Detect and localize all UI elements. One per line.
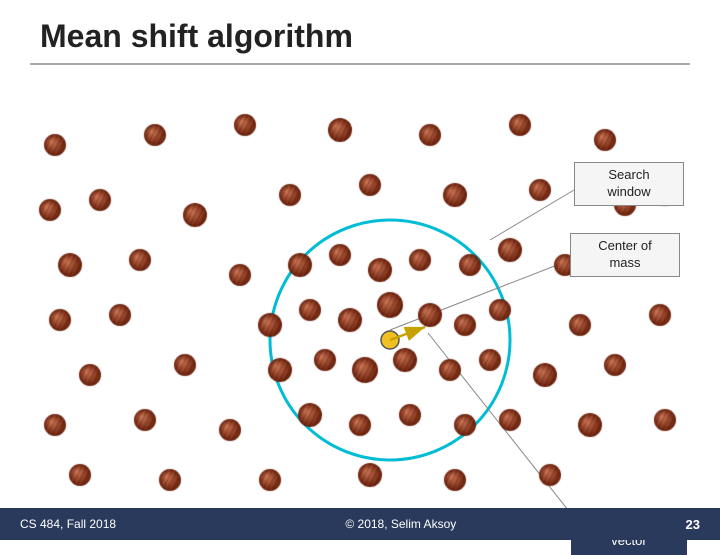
center-of-mass-label: Center of mass xyxy=(570,233,680,277)
search-window-label: Search window xyxy=(574,162,684,206)
footer-page-number: 23 xyxy=(686,517,700,532)
page-title: Mean shift algorithm xyxy=(0,0,720,63)
footer-left: CS 484, Fall 2018 xyxy=(20,517,116,531)
slide: Mean shift algorithm xyxy=(0,0,720,540)
footer: CS 484, Fall 2018 © 2018, Selim Aksoy 23 xyxy=(0,508,720,540)
main-canvas xyxy=(0,65,720,520)
footer-center: © 2018, Selim Aksoy xyxy=(345,517,456,531)
content-area: Search window Center of mass Mean Shift … xyxy=(0,65,720,525)
